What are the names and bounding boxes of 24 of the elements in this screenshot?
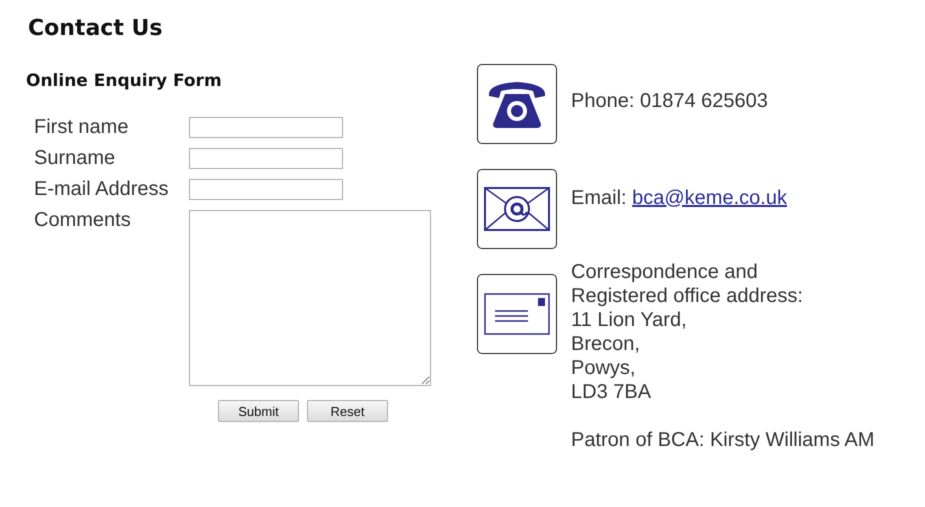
patron-text: Patron of BCA: Kirsty Williams AM: [571, 428, 874, 452]
email-envelope-icon: [484, 187, 550, 231]
text-field[interactable]: [189, 148, 343, 169]
letter-icon: [484, 293, 550, 335]
text-field[interactable]: [189, 179, 343, 200]
email-link[interactable]: bca@keme.co.uk: [632, 186, 787, 208]
reset-button[interactable]: Reset: [307, 400, 388, 422]
submit-button[interactable]: Submit: [218, 400, 299, 422]
text-field[interactable]: [189, 117, 343, 138]
address-line: LD3 7BA: [571, 380, 652, 404]
phone-text: Phone: 01874 625603: [571, 90, 768, 113]
field-label: Comments: [34, 210, 132, 230]
address-line: Correspondence and: [571, 260, 759, 284]
field-label: E-mail Address: [34, 179, 170, 199]
form-heading: Online Enquiry Form: [26, 71, 223, 91]
field-label: First name: [34, 117, 130, 137]
address-line: Registered office address:: [571, 284, 803, 308]
address-line: Powys,: [571, 356, 636, 380]
address-line: 11 Lion Yard,: [571, 308, 688, 332]
address-line: Brecon,: [571, 332, 641, 356]
comments-field[interactable]: [189, 210, 431, 386]
field-label: Surname: [34, 148, 116, 168]
email-text: Email: bca@keme.co.uk: [571, 186, 787, 210]
page-title: Contact Us: [28, 16, 164, 41]
